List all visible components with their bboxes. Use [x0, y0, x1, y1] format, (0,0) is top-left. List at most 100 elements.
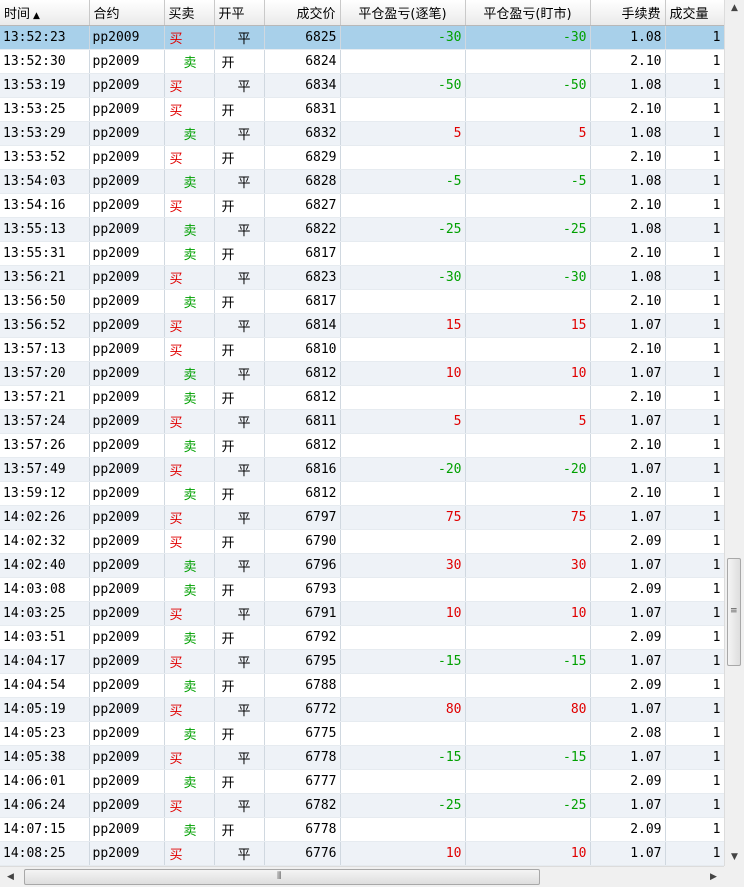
column-header-fee[interactable]: 手续费: [590, 0, 666, 26]
table-row[interactable]: 13:57:49 pp2009 买平 6816 -20 -20 1.07 1: [0, 457, 724, 482]
table-row[interactable]: 13:57:20 pp2009 卖平 6812 10 10 1.07 1: [0, 361, 724, 386]
cell-side: 卖: [164, 721, 215, 746]
side-text: 买: [169, 103, 183, 119]
table-row[interactable]: 13:55:13 pp2009 卖平 6822 -25 -25 1.08 1: [0, 217, 724, 242]
pnl_trade-text: -15: [438, 653, 462, 669]
table-row[interactable]: 14:04:54 pp2009 卖 开 6788 2.09 1: [0, 673, 724, 698]
side-text: 买: [169, 511, 183, 527]
table-row[interactable]: 13:56:50 pp2009 卖 开 6817 2.10 1: [0, 289, 724, 314]
cell-oc: 平: [214, 553, 265, 578]
table-row[interactable]: 13:53:29 pp2009 卖平 6832 5 5 1.08 1: [0, 121, 724, 146]
table-row[interactable]: 13:57:21 pp2009 卖 开 6812 2.10 1: [0, 385, 724, 410]
table-row[interactable]: 13:55:31 pp2009 卖 开 6817 2.10 1: [0, 241, 724, 266]
oc-text: 平: [237, 463, 251, 479]
cell-price: 6772: [264, 697, 341, 722]
table-row[interactable]: 14:03:08 pp2009 卖 开 6793 2.09 1: [0, 577, 724, 602]
column-header-volume[interactable]: 成交量: [665, 0, 724, 26]
table-row[interactable]: 13:53:19 pp2009 买平 6834 -50 -50 1.08 1: [0, 73, 724, 98]
oc-text: 开: [221, 775, 235, 791]
table-row[interactable]: 14:05:19 pp2009 买平 6772 80 80 1.07 1: [0, 697, 724, 722]
table-row[interactable]: 14:05:38 pp2009 买平 6778 -15 -15 1.07 1: [0, 745, 724, 770]
table-row[interactable]: 14:06:01 pp2009 卖 开 6777 2.09 1: [0, 769, 724, 794]
table-row[interactable]: 14:02:40 pp2009 卖平 6796 30 30 1.07 1: [0, 553, 724, 578]
table-row[interactable]: 14:02:32 pp2009 买 开 6790 2.09 1: [0, 529, 724, 554]
vertical-scrollbar[interactable]: ▲ ≡ ▼: [724, 0, 744, 866]
table-row[interactable]: 13:52:30 pp2009 卖 开 6824 2.10 1: [0, 49, 724, 74]
table-row[interactable]: 14:06:24 pp2009 买平 6782 -25 -25 1.07 1: [0, 793, 724, 818]
pnl_trade-text: -30: [438, 29, 462, 45]
cell-pnl_trade: [340, 625, 466, 650]
vertical-scroll-thumb[interactable]: ≡: [727, 558, 741, 666]
trade-grid[interactable]: 时间 ▲ 合约 买卖 开平 成交价 平仓盈亏(逐笔) 平仓盈亏(盯市) 手续费 成交量 13:52…: [0, 0, 724, 866]
cell-pnl_trade: [340, 577, 466, 602]
cell-oc: 开: [214, 529, 265, 554]
cell-oc: 平: [214, 601, 265, 626]
table-row[interactable]: 13:52:23 pp2009 买平 6825 -30 -30 1.08 1: [0, 25, 724, 50]
arrow-down-icon[interactable]: ▼: [725, 849, 744, 866]
cell-oc: 开: [214, 481, 265, 506]
pnl_mark-text: 5: [578, 125, 587, 141]
column-header-price[interactable]: 成交价: [264, 0, 341, 26]
table-row[interactable]: 13:56:21 pp2009 买平 6823 -30 -30 1.08 1: [0, 265, 724, 290]
table-row[interactable]: 13:59:12 pp2009 卖 开 6812 2.10 1: [0, 481, 724, 506]
oc-text: 开: [221, 679, 235, 695]
column-header-time[interactable]: 时间 ▲: [0, 0, 90, 26]
cell-fee: 2.09: [590, 577, 666, 602]
pnl_trade-text: -20: [438, 461, 462, 477]
table-row[interactable]: 13:54:03 pp2009 卖平 6828 -5 -5 1.08 1: [0, 169, 724, 194]
cell-fee: 2.09: [590, 625, 666, 650]
cell-contract: pp2009: [89, 745, 165, 770]
column-header-pnl_trade[interactable]: 平仓盈亏(逐笔): [340, 0, 466, 26]
cell-oc: 平: [214, 649, 265, 674]
column-header-pnl_mark[interactable]: 平仓盈亏(盯市): [465, 0, 591, 26]
oc-text: 开: [221, 487, 235, 503]
scrollbar-corner: [724, 866, 744, 887]
table-row[interactable]: 14:07:15 pp2009 卖 开 6778 2.09 1: [0, 817, 724, 842]
table-row[interactable]: 14:03:25 pp2009 买平 6791 10 10 1.07 1: [0, 601, 724, 626]
table-row[interactable]: 14:03:51 pp2009 卖 开 6792 2.09 1: [0, 625, 724, 650]
table-row[interactable]: 13:53:25 pp2009 买 开 6831 2.10 1: [0, 97, 724, 122]
column-header-contract[interactable]: 合约: [89, 0, 165, 26]
table-row[interactable]: 13:57:24 pp2009 买平 6811 5 5 1.07 1: [0, 409, 724, 434]
table-row[interactable]: 13:54:16 pp2009 买 开 6827 2.10 1: [0, 193, 724, 218]
cell-time: 14:05:38: [0, 745, 90, 770]
column-header-side[interactable]: 买卖: [164, 0, 215, 26]
table-row[interactable]: 13:53:52 pp2009 买 开 6829 2.10 1: [0, 145, 724, 170]
arrow-up-icon[interactable]: ▲: [725, 0, 744, 17]
cell-side: 买: [164, 73, 215, 98]
oc-text: 开: [221, 247, 235, 263]
oc-text: 开: [221, 823, 235, 839]
cell-pnl_mark: [465, 385, 591, 410]
cell-pnl_mark: [465, 577, 591, 602]
table-row[interactable]: 13:57:26 pp2009 卖 开 6812 2.10 1: [0, 433, 724, 458]
table-row[interactable]: 13:56:52 pp2009 买平 6814 15 15 1.07 1: [0, 313, 724, 338]
cell-time: 14:02:26: [0, 505, 90, 530]
table-row[interactable]: 14:05:23 pp2009 卖 开 6775 2.08 1: [0, 721, 724, 746]
cell-oc: 平: [214, 73, 265, 98]
table-row[interactable]: 14:02:26 pp2009 买平 6797 75 75 1.07 1: [0, 505, 724, 530]
arrow-right-icon[interactable]: ▶: [705, 867, 722, 887]
cell-fee: 1.08: [590, 25, 666, 50]
cell-price: 6776: [264, 841, 341, 866]
grip-icon: ⦀: [277, 871, 282, 882]
column-header-oc[interactable]: 开平: [214, 0, 265, 26]
table-row[interactable]: 14:08:25 pp2009 买平 6776 10 10 1.07 1: [0, 841, 724, 866]
side-text: 卖: [183, 823, 197, 839]
oc-text: 平: [237, 751, 251, 767]
cell-price: 6812: [264, 385, 341, 410]
cell-time: 14:04:54: [0, 673, 90, 698]
cell-volume: 1: [665, 817, 724, 842]
horizontal-scrollbar[interactable]: ◀ ⦀ ▶: [0, 866, 724, 887]
cell-price: 6828: [264, 169, 341, 194]
cell-oc: 开: [214, 433, 265, 458]
table-row[interactable]: 13:57:13 pp2009 买 开 6810 2.10 1: [0, 337, 724, 362]
horizontal-scroll-thumb[interactable]: ⦀: [24, 869, 540, 885]
cell-pnl_mark: 10: [465, 601, 591, 626]
table-row[interactable]: 14:04:17 pp2009 买平 6795 -15 -15 1.07 1: [0, 649, 724, 674]
cell-price: 6790: [264, 529, 341, 554]
cell-contract: pp2009: [89, 553, 165, 578]
cell-time: 13:53:29: [0, 121, 90, 146]
arrow-left-icon[interactable]: ◀: [2, 867, 19, 887]
cell-fee: 1.08: [590, 217, 666, 242]
cell-volume: 1: [665, 745, 724, 770]
